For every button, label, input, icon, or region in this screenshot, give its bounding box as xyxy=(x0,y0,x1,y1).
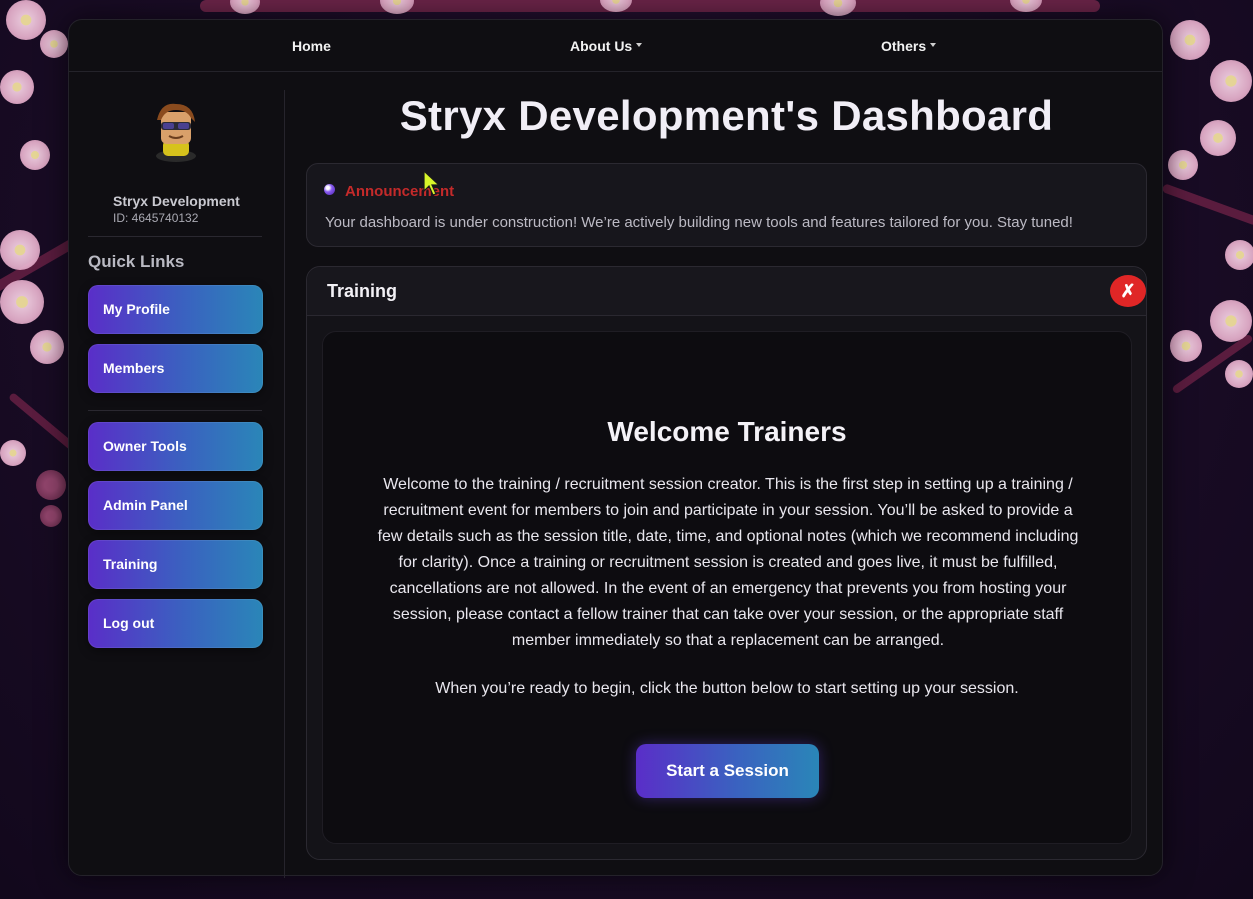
caret-down-icon xyxy=(930,43,937,48)
quick-links-title: Quick Links xyxy=(88,252,185,271)
training-title: Training xyxy=(327,281,398,301)
sidebar-item-owner-tools[interactable]: Owner Tools xyxy=(88,422,263,471)
welcome-card: Welcome Trainers Welcome to the training… xyxy=(322,331,1132,844)
nav-about-us-label: About Us xyxy=(570,38,633,54)
welcome-title: Welcome Trainers xyxy=(607,416,847,447)
training-panel: Training ✗ Welcome Trainers Welcome to t… xyxy=(306,266,1147,860)
welcome-body: Welcome to the training / recruitment se… xyxy=(377,476,1079,649)
sidebar: Stryx Development ID: 4645740132 Quick L… xyxy=(69,90,285,878)
welcome-cta: When you’re ready to begin, click the bu… xyxy=(435,680,1019,697)
nav-others-label: Others xyxy=(881,38,927,54)
announcement-text: Your dashboard is under construction! We… xyxy=(325,214,1073,231)
nav-others[interactable]: Others xyxy=(881,38,937,54)
user-name: Stryx Development xyxy=(113,193,240,209)
mouse-cursor-icon xyxy=(423,170,441,196)
sidebar-item-members[interactable]: Members xyxy=(88,344,263,393)
sidebar-item-my-profile[interactable]: My Profile xyxy=(88,285,263,334)
user-id: ID: 4645740132 xyxy=(113,211,199,225)
avatar xyxy=(147,100,205,162)
page-title: Stryx Development's Dashboard xyxy=(399,92,1054,139)
caret-down-icon xyxy=(636,43,643,48)
start-session-button[interactable]: Start a Session xyxy=(636,744,819,798)
training-header: Training ✗ xyxy=(307,267,1146,316)
sidebar-item-training[interactable]: Training xyxy=(88,540,263,589)
top-navigation: Home About Us Others xyxy=(69,20,1162,72)
nav-about-us[interactable]: About Us xyxy=(570,38,643,54)
announcement-dot-icon xyxy=(324,184,335,195)
sidebar-item-log-out[interactable]: Log out xyxy=(88,599,263,648)
dashboard-window: Home About Us Others Stryx Development I… xyxy=(68,19,1163,878)
divider xyxy=(88,236,262,237)
close-button[interactable]: ✗ xyxy=(1110,275,1146,307)
sidebar-item-admin-panel[interactable]: Admin Panel xyxy=(88,481,263,530)
divider xyxy=(88,410,262,411)
nav-home[interactable]: Home xyxy=(292,38,331,54)
